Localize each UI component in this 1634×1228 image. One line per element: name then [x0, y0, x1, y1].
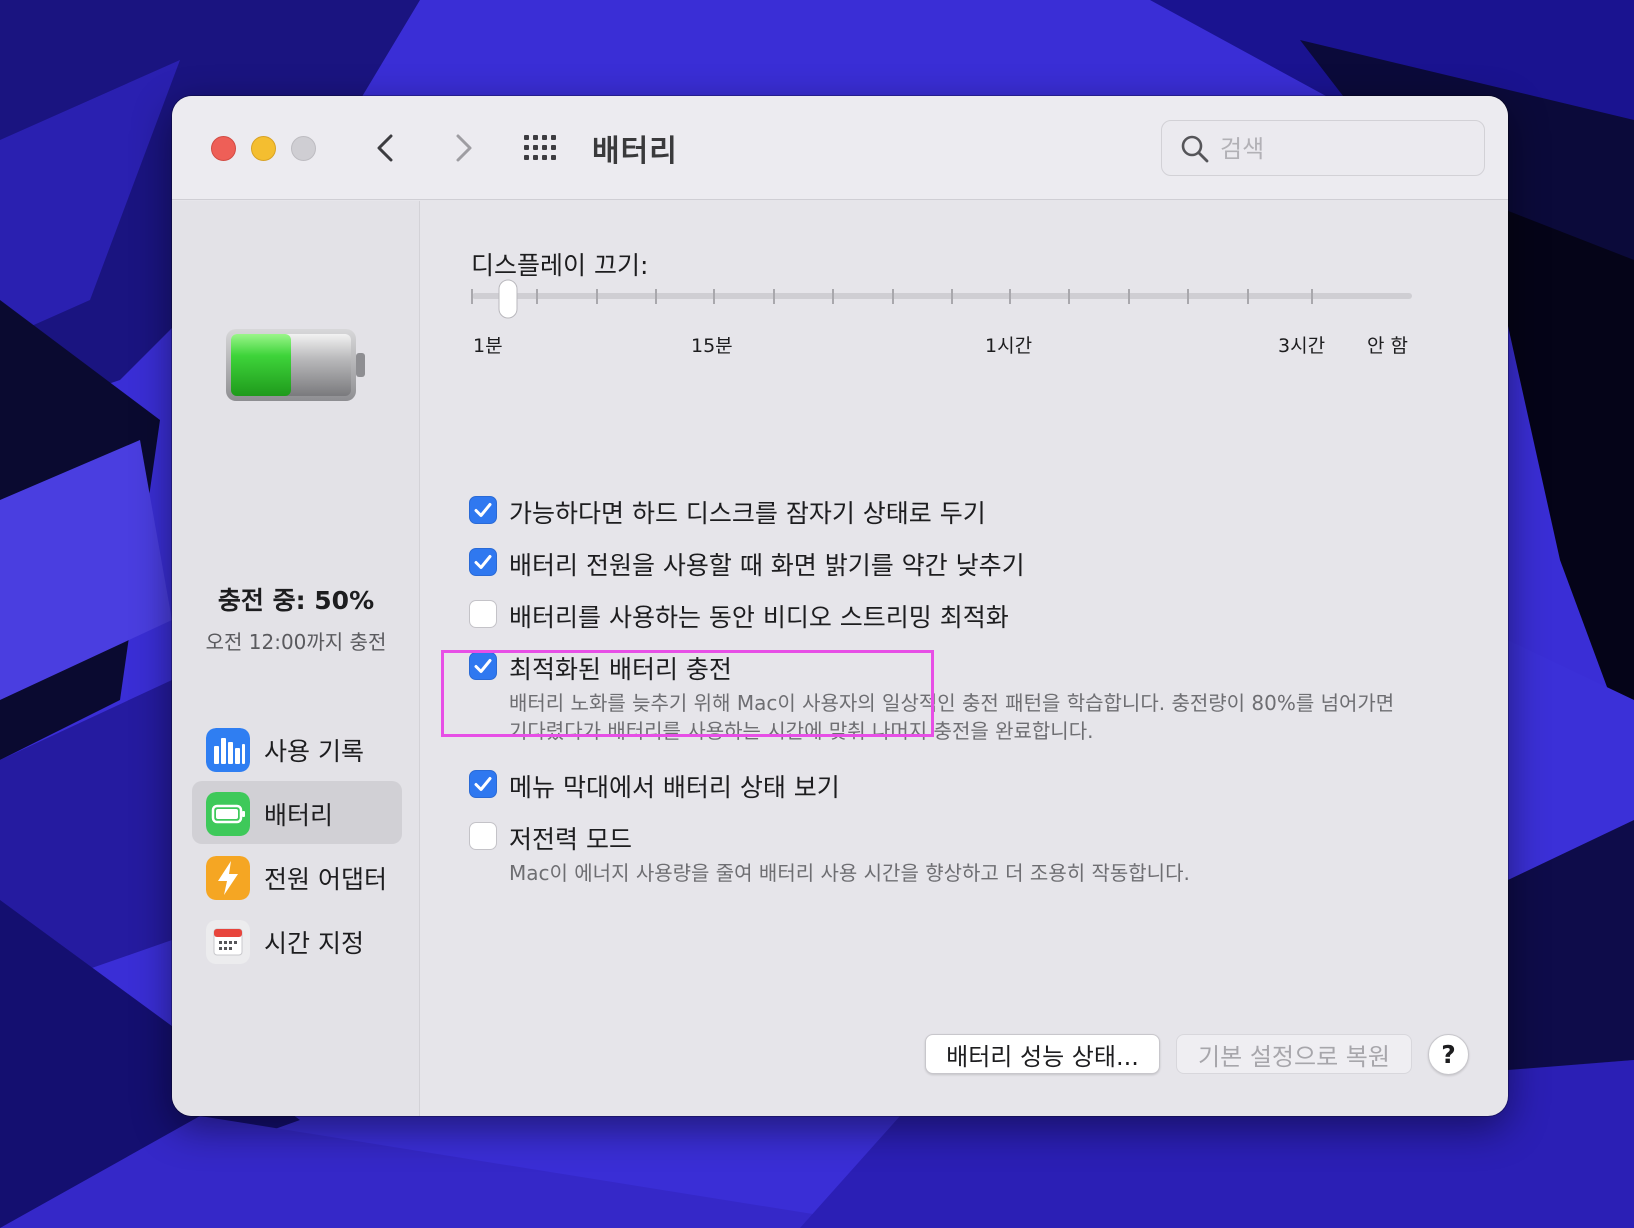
- usage-history-icon: [206, 728, 250, 772]
- back-button[interactable]: [367, 128, 407, 168]
- display-off-slider[interactable]: [461, 276, 1421, 326]
- charge-until-text: 오전 12:00까지 충전: [205, 630, 387, 654]
- sidebar-item-power-adapter[interactable]: 전원 어댑터: [192, 845, 402, 908]
- option-description: 기다렸다가 배터리를 사용하는 시간에 맞춰 나머지 충전을 완료합니다.: [509, 719, 1094, 743]
- close-window-button[interactable]: [211, 136, 236, 161]
- tick-label: 15분: [691, 335, 733, 357]
- sidebar-item-battery[interactable]: 배터리: [192, 781, 402, 844]
- checkbox[interactable]: [469, 652, 497, 680]
- title-bar: 배터리: [172, 96, 1508, 200]
- search-field[interactable]: [1161, 120, 1485, 176]
- option-label: 저전력 모드: [509, 825, 632, 854]
- sidebar-item-schedule[interactable]: 시간 지정: [192, 909, 402, 972]
- sidebar-item-label: 사용 기록: [264, 737, 364, 766]
- charge-status: 충전 중: 50%: [217, 586, 375, 615]
- restore-defaults-button[interactable]: 기본 설정으로 복원: [1176, 1034, 1412, 1074]
- option-label: 배터리 전원을 사용할 때 화면 밝기를 약간 낮추기: [509, 551, 1025, 580]
- checkbox[interactable]: [469, 496, 497, 524]
- sidebar: 충전 중: 50% 오전 12:00까지 충전 사용 기록 배터리 전원 어댑터…: [172, 201, 420, 1116]
- sidebar-item-label: 시간 지정: [264, 929, 364, 958]
- forward-button[interactable]: [442, 128, 482, 168]
- option-label: 최적화된 배터리 충전: [509, 655, 732, 684]
- tick-label: 1시간: [985, 335, 1033, 357]
- search-icon: [1181, 135, 1209, 163]
- battery-level-icon: [226, 329, 365, 401]
- checkmark-icon: [474, 555, 492, 569]
- show-all-preferences-button[interactable]: [522, 132, 562, 164]
- power-adapter-icon: [206, 856, 250, 900]
- chevron-left-icon: [377, 134, 393, 162]
- checkbox[interactable]: [469, 548, 497, 576]
- checkmark-icon: [474, 777, 492, 791]
- battery-settings-panel: 디스플레이 끄기: 1분 15분 1시간 3시간 안 함 가능하다면 하드 디스…: [421, 201, 1508, 1116]
- chevron-right-icon: [456, 134, 472, 162]
- schedule-icon: [206, 920, 250, 964]
- grid-icon: [524, 135, 556, 160]
- checkbox[interactable]: [469, 600, 497, 628]
- tick-label: 1분: [473, 335, 503, 357]
- battery-health-button[interactable]: 배터리 성능 상태...: [925, 1034, 1160, 1074]
- search-input[interactable]: [1220, 129, 1470, 169]
- option-description: 배터리 노화를 늦추기 위해 Mac이 사용자의 일상적인 충전 패턴을 학습합…: [509, 691, 1395, 715]
- option-label: 메뉴 막대에서 배터리 상태 보기: [509, 773, 840, 802]
- zoom-window-button[interactable]: [291, 136, 316, 161]
- sidebar-nav: 사용 기록 배터리 전원 어댑터 시간 지정: [192, 717, 402, 973]
- help-button[interactable]: ?: [1428, 1034, 1469, 1075]
- option-description: Mac이 에너지 사용량을 줄여 배터리 사용 시간을 향상하고 더 조용히 작…: [509, 861, 1190, 885]
- checkbox[interactable]: [469, 770, 497, 798]
- option-label: 가능하다면 하드 디스크를 잠자기 상태로 두기: [509, 499, 986, 528]
- option-label: 배터리를 사용하는 동안 비디오 스트리밍 최적화: [509, 603, 1009, 632]
- tick-label: 3시간: [1278, 335, 1326, 357]
- checkmark-icon: [474, 503, 492, 517]
- checkbox[interactable]: [469, 822, 497, 850]
- sidebar-item-label: 전원 어댑터: [264, 865, 387, 894]
- sidebar-item-label: 배터리: [264, 801, 334, 830]
- tick-label: 안 함: [1367, 335, 1408, 357]
- minimize-window-button[interactable]: [251, 136, 276, 161]
- window-title: 배터리: [592, 134, 678, 169]
- battery-icon: [206, 792, 250, 836]
- slider-thumb[interactable]: [498, 279, 518, 319]
- sidebar-item-usage-history[interactable]: 사용 기록: [192, 717, 402, 780]
- battery-preferences-window: 배터리 검색 충전 중: 50% 오전 12:00까지 충전 사용 기록 배터리…: [172, 96, 1508, 1116]
- checkmark-icon: [474, 659, 492, 673]
